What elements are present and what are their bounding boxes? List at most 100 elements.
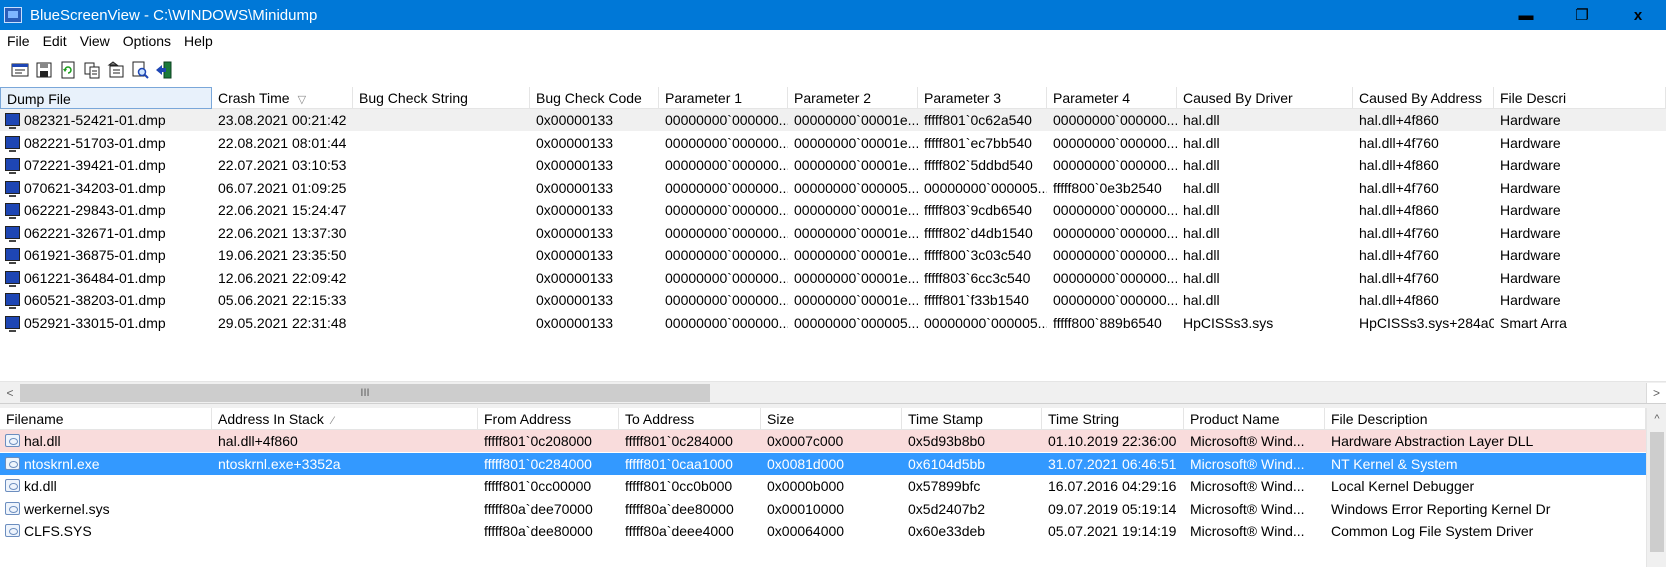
table-cell: fffff802`5ddbd540	[924, 157, 1033, 173]
table-row[interactable]: 082321-52421-01.dmp 23.08.2021 00:21:42 0x…	[0, 109, 1666, 131]
column-header-parameter-4[interactable]: Parameter 4	[1047, 87, 1177, 109]
close-button[interactable]: x	[1610, 0, 1666, 30]
table-cell: 00000000`000000...	[1053, 134, 1177, 151]
scroll-thumb[interactable]: III	[20, 384, 710, 402]
table-cell: Microsoft® Wind...	[1190, 500, 1305, 517]
table-row[interactable]: kd.dll fffff801`0cc00000 fffff801`0cc0b000…	[0, 475, 1646, 497]
column-header-parameter-1[interactable]: Parameter 1	[659, 87, 788, 109]
table-cell: hal.dll+4f760	[1359, 247, 1439, 263]
table-row[interactable]: 060521-38203-01.dmp 05.06.2021 22:15:33 0x…	[0, 289, 1666, 311]
copy-icon[interactable]	[82, 60, 102, 80]
table-row[interactable]: 082221-51703-01.dmp 22.08.2021 08:01:44 0x…	[0, 132, 1666, 154]
table-cell: 061221-36484-01.dmp	[24, 269, 166, 286]
table-cell: hal.dll	[1183, 112, 1220, 128]
table-cell: 00000000`000000...	[1053, 292, 1177, 308]
table-cell: 00000000`00001e...	[794, 112, 918, 128]
table-row[interactable]: CLFS.SYS fffff80a`dee80000 fffff80a`deee40…	[0, 520, 1646, 542]
table-row[interactable]: ntoskrnl.exe ntoskrnl.exe+3352a fffff801`0…	[0, 452, 1646, 475]
dump-file-icon	[5, 113, 20, 129]
column-header-address-in-stack[interactable]: Address In Stack ⁄	[212, 408, 478, 430]
table-row[interactable]: hal.dll hal.dll+4f860 fffff801`0c208000 fff…	[0, 430, 1646, 452]
table-cell: fffff80a`deee4000	[625, 523, 734, 539]
scroll-right-button[interactable]: >	[1646, 383, 1666, 403]
table-cell: 00000000`000000...	[1053, 269, 1177, 286]
table-cell: hal.dll+4f760	[1359, 224, 1439, 241]
refresh-icon[interactable]	[58, 60, 78, 80]
menu-view[interactable]: View	[73, 33, 116, 49]
options-icon[interactable]	[106, 60, 126, 80]
table-cell: NT Kernel & System	[1331, 455, 1458, 472]
menu-edit[interactable]: Edit	[36, 33, 73, 49]
column-header-from-address[interactable]: From Address	[478, 408, 619, 430]
table-cell: 22.06.2021 13:37:30	[218, 224, 347, 241]
table-cell: 062221-29843-01.dmp	[24, 202, 166, 218]
table-cell: 00000000`00001e...	[794, 224, 918, 241]
table-cell: 00000000`000000...	[665, 202, 788, 218]
column-header-parameter-2[interactable]: Parameter 2	[788, 87, 918, 109]
menu-bar: File Edit View Options Help	[0, 30, 1666, 52]
table-cell	[212, 498, 478, 520]
table-cell: 0x00000133	[536, 269, 614, 286]
table-row[interactable]: 062221-32671-01.dmp 22.06.2021 13:37:30 0x…	[0, 222, 1666, 244]
find-icon[interactable]	[130, 60, 150, 80]
scroll-left-button[interactable]: <	[0, 383, 20, 403]
column-header-time-string[interactable]: Time String	[1042, 408, 1184, 430]
column-header-filename[interactable]: Filename	[0, 408, 212, 430]
table-row[interactable]: 062221-29843-01.dmp 22.06.2021 15:24:47 0x…	[0, 199, 1666, 221]
table-cell: 00000000`000000...	[1053, 224, 1177, 241]
vertical-scroll-thumb[interactable]	[1650, 432, 1664, 552]
table-row[interactable]: 061221-36484-01.dmp 12.06.2021 22:09:42 0x…	[0, 267, 1666, 289]
title-bar: BlueScreenView - C:\WINDOWS\Minidump ▬ ❐…	[0, 0, 1666, 30]
column-header-crash-time[interactable]: Crash Time ▽	[212, 87, 353, 109]
properties-icon[interactable]	[10, 60, 30, 80]
table-cell: 00000000`000000...	[665, 247, 788, 263]
table-cell	[353, 109, 530, 131]
exit-icon[interactable]	[154, 60, 174, 80]
table-cell: fffff801`0c284000	[625, 433, 733, 449]
menu-options[interactable]: Options	[116, 33, 177, 49]
table-cell: 00000000`00001e...	[794, 134, 918, 151]
table-cell: 00000000`000005...	[924, 314, 1047, 331]
table-cell	[212, 520, 478, 542]
column-header-size[interactable]: Size	[761, 408, 902, 430]
table-row[interactable]: werkernel.sys fffff80a`dee70000 fffff80a`d…	[0, 498, 1646, 520]
minimize-button[interactable]: ▬	[1498, 0, 1554, 30]
column-header-caused-by-driver[interactable]: Caused By Driver	[1177, 87, 1353, 109]
column-header-file-description[interactable]: File Description	[1325, 408, 1646, 430]
driver-file-icon	[5, 501, 20, 515]
maximize-button[interactable]: ❐	[1554, 0, 1610, 30]
table-cell: Hardware Abstraction Layer DLL	[1331, 433, 1534, 449]
table-cell	[353, 312, 530, 334]
table-cell: Microsoft® Wind...	[1190, 433, 1305, 449]
vertical-scrollbar[interactable]: ^	[1646, 408, 1666, 567]
column-header-to-address[interactable]: To Address	[619, 408, 761, 430]
table-row[interactable]: 072221-39421-01.dmp 22.07.2021 03:10:53 0x…	[0, 154, 1666, 176]
table-cell: Common Log File System Driver	[1331, 523, 1534, 539]
table-cell: 09.07.2019 05:19:14	[1048, 500, 1177, 517]
table-cell: fffff803`6cc3c540	[924, 269, 1031, 286]
column-header-time-stamp[interactable]: Time Stamp	[902, 408, 1042, 430]
scroll-grip-icon: III	[360, 387, 370, 399]
column-header-product-name[interactable]: Product Name	[1184, 408, 1325, 430]
column-header-parameter-3[interactable]: Parameter 3	[918, 87, 1047, 109]
bluescreenview-app-icon	[4, 7, 22, 23]
table-cell: hal.dll	[1183, 134, 1220, 151]
scroll-up-button[interactable]: ^	[1647, 408, 1666, 430]
table-row[interactable]: 070621-34203-01.dmp 06.07.2021 01:09:25 0x…	[0, 177, 1666, 199]
menu-help[interactable]: Help	[177, 33, 219, 49]
column-header-bug-check-code[interactable]: Bug Check Code	[530, 87, 659, 109]
dump-file-icon	[5, 135, 20, 152]
table-cell: Hardware	[1500, 292, 1561, 308]
table-cell: Microsoft® Wind...	[1190, 478, 1305, 494]
save-icon[interactable]	[34, 60, 54, 80]
table-cell: hal.dll	[24, 433, 61, 449]
table-row[interactable]: 061921-36875-01.dmp 19.06.2021 23:35:50 0x…	[0, 244, 1666, 266]
table-row[interactable]: 052921-33015-01.dmp 29.05.2021 22:31:48 0x…	[0, 312, 1666, 334]
column-header-bug-check-string[interactable]: Bug Check String	[353, 87, 530, 109]
column-header-file-description[interactable]: File Descri	[1494, 87, 1666, 109]
table-cell: 00000000`00001e...	[794, 247, 918, 263]
column-header-dump-file[interactable]: Dump File	[0, 87, 212, 109]
horizontal-scrollbar[interactable]: < III >	[0, 381, 1666, 403]
column-header-caused-by-address[interactable]: Caused By Address	[1353, 87, 1494, 109]
menu-file[interactable]: File	[0, 33, 36, 49]
